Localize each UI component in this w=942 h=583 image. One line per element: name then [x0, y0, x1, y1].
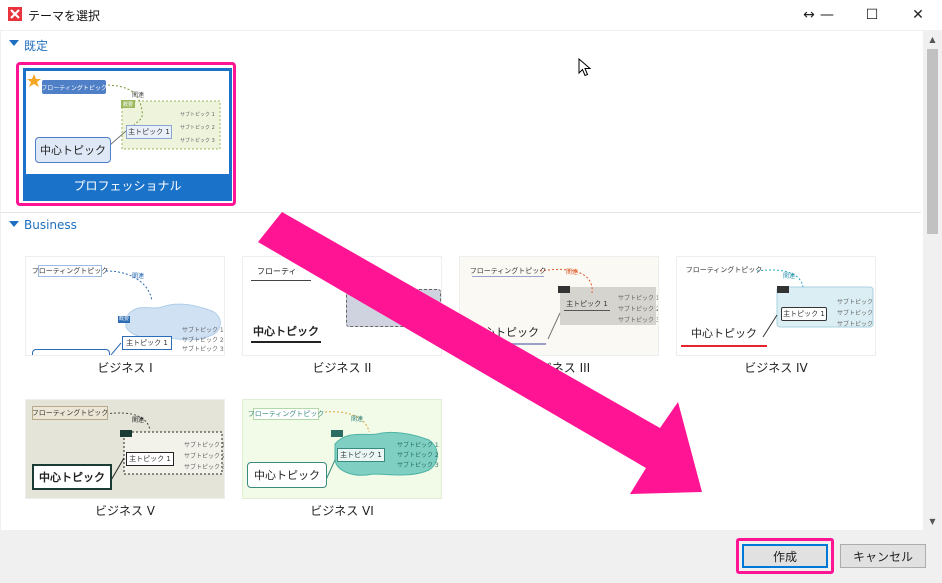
scroll-thumb[interactable] — [927, 49, 938, 234]
annotation-arrow-icon — [258, 212, 702, 494]
scroll-down-icon[interactable]: ▼ — [924, 513, 941, 530]
create-button[interactable]: 作成 — [742, 544, 828, 568]
dialog-footer: 作成 キャンセル — [0, 531, 942, 583]
vertical-scrollbar[interactable]: ▲ ▼ — [924, 31, 941, 530]
cancel-button[interactable]: キャンセル — [840, 544, 926, 568]
scroll-up-icon[interactable]: ▲ — [924, 31, 941, 48]
